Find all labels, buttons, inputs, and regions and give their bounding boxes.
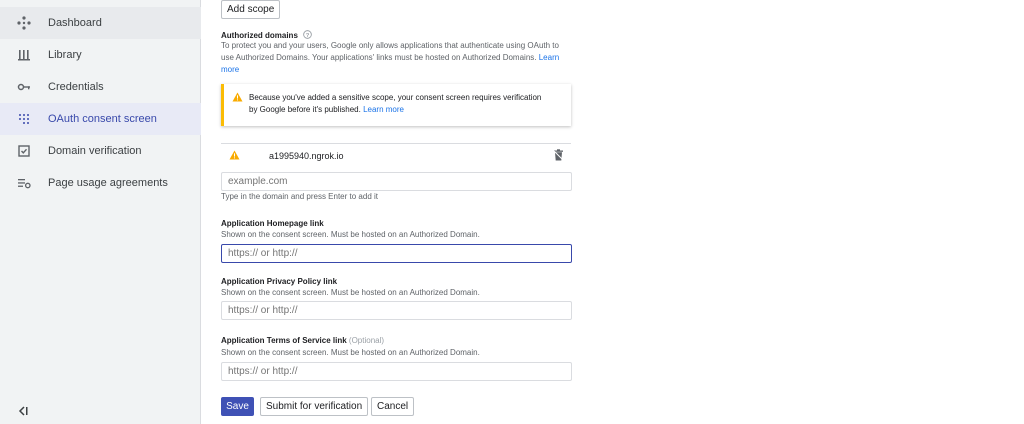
sidebar-item-oauth-consent-screen[interactable]: OAuth consent screen — [0, 103, 201, 135]
key-icon — [17, 83, 30, 91]
privacy-policy-title: Application Privacy Policy link — [221, 277, 338, 286]
cancel-button[interactable]: Cancel — [371, 397, 415, 416]
authorized-domains-description-text: To protect you and your users, Google on… — [221, 41, 559, 62]
sidebar-item-domain-verification[interactable]: Domain verification — [0, 135, 201, 167]
homepage-link-input[interactable] — [221, 244, 572, 263]
authorized-domains-title: Authorized domains ? — [221, 30, 312, 40]
warning-icon — [232, 92, 243, 102]
terms-of-service-link-input[interactable] — [221, 362, 572, 381]
sidebar-item-label: Credentials — [48, 81, 104, 93]
checkbox-icon — [18, 145, 30, 157]
add-scope-button[interactable]: Add scope — [221, 0, 281, 19]
collapse-sidebar-icon[interactable] — [17, 405, 29, 417]
dashboard-icon — [17, 16, 31, 30]
save-button[interactable]: Save — [221, 397, 254, 416]
homepage-title: Application Homepage link — [221, 219, 324, 228]
main-content: Add scope Authorized domains ? To protec… — [202, 0, 1024, 424]
homepage-description: Shown on the consent screen. Must be hos… — [221, 230, 480, 239]
warning-icon — [229, 150, 240, 160]
sidebar-item-label: Page usage agreements — [48, 177, 168, 189]
alert-learn-more-link[interactable]: Learn more — [363, 105, 404, 114]
oauth-grid-icon — [19, 114, 29, 124]
sidebar-item-label: Dashboard — [48, 17, 102, 29]
authorized-domains-description: To protect you and your users, Google on… — [221, 40, 573, 76]
sidebar-item-label: Library — [48, 49, 82, 61]
alert-text: Because you've added a sensitive scope, … — [249, 92, 549, 116]
sidebar-item-label: Domain verification — [48, 145, 142, 157]
terms-of-service-description: Shown on the consent screen. Must be hos… — [221, 348, 480, 357]
domain-input-hint: Type in the domain and press Enter to ad… — [221, 192, 378, 201]
terms-of-service-title-text: Application Terms of Service link — [221, 336, 347, 345]
delete-icon[interactable] — [553, 149, 564, 161]
svg-text:?: ? — [306, 33, 310, 39]
sidebar-item-dashboard[interactable]: Dashboard — [0, 7, 201, 39]
list-settings-icon — [18, 179, 31, 189]
submit-for-verification-button[interactable]: Submit for verification — [260, 397, 369, 416]
help-icon[interactable]: ? — [303, 30, 312, 39]
sensitive-scope-alert: Because you've added a sensitive scope, … — [221, 84, 571, 126]
sidebar-item-label: OAuth consent screen — [48, 113, 157, 125]
sidebar: Dashboard Library Credentials OAuth cons… — [0, 0, 201, 424]
domain-input[interactable] — [221, 172, 572, 191]
library-icon — [18, 50, 30, 61]
privacy-policy-description: Shown on the consent screen. Must be hos… — [221, 288, 480, 297]
authorized-domains-title-text: Authorized domains — [221, 31, 298, 40]
sidebar-item-page-usage-agreements[interactable]: Page usage agreements — [0, 167, 201, 199]
sidebar-item-credentials[interactable]: Credentials — [0, 71, 201, 103]
authorized-domain-value: a1995940.ngrok.io — [269, 151, 344, 161]
authorized-domain-row: a1995940.ngrok.io — [221, 143, 571, 167]
optional-label: (Optional) — [348, 336, 385, 345]
privacy-policy-link-input[interactable] — [221, 301, 572, 320]
sidebar-item-library[interactable]: Library — [0, 39, 201, 71]
terms-of-service-title: Application Terms of Service link (Optio… — [221, 336, 384, 345]
